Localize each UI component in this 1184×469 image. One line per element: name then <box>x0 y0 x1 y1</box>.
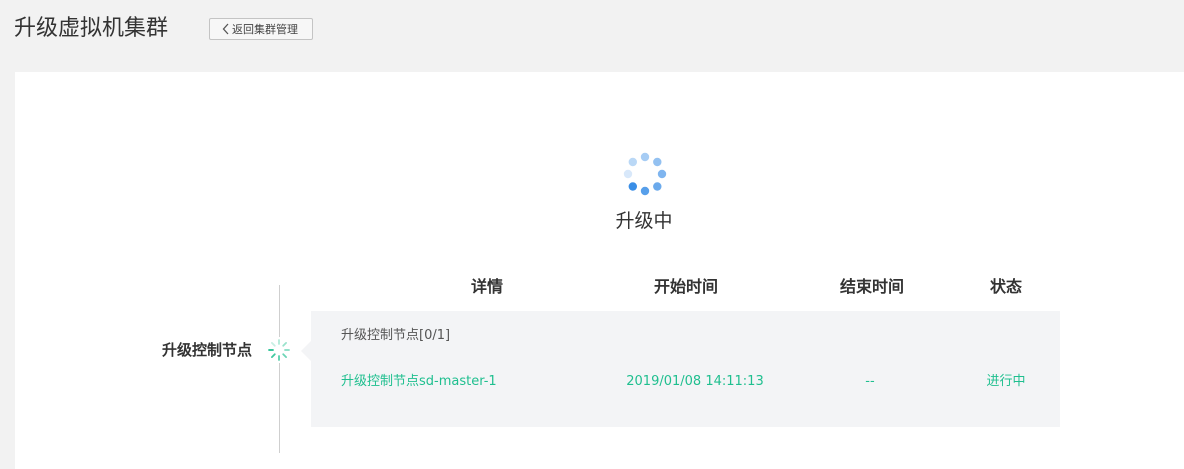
back-to-cluster-management-button[interactable]: 返回集群管理 <box>209 18 313 40</box>
chevron-left-icon <box>222 23 229 35</box>
row-end-time: -- <box>865 374 875 389</box>
column-header-start-time: 开始时间 <box>653 277 718 296</box>
upgrade-status-label: 升级中 <box>615 210 673 232</box>
page-header: 升级虚拟机集群 返回集群管理 <box>0 0 1184 62</box>
column-header-detail: 详情 <box>470 277 503 296</box>
page-title: 升级虚拟机集群 <box>14 16 169 41</box>
row-detail: 升级控制节点sd-master-1 <box>341 374 497 389</box>
step-label: 升级控制节点 <box>161 341 252 359</box>
detail-pointer <box>301 341 311 361</box>
loading-spinner-icon <box>620 150 670 200</box>
back-button-label: 返回集群管理 <box>232 23 298 36</box>
timeline-line <box>279 285 280 453</box>
column-header-end-time: 结束时间 <box>839 277 904 296</box>
row-start-time: 2019/01/08 14:11:13 <box>626 374 764 389</box>
row-status: 进行中 <box>986 374 1026 389</box>
column-header-status: 状态 <box>989 277 1022 296</box>
step-loading-icon <box>266 337 292 363</box>
step-group-title: 升级控制节点[0/1] <box>341 328 451 343</box>
